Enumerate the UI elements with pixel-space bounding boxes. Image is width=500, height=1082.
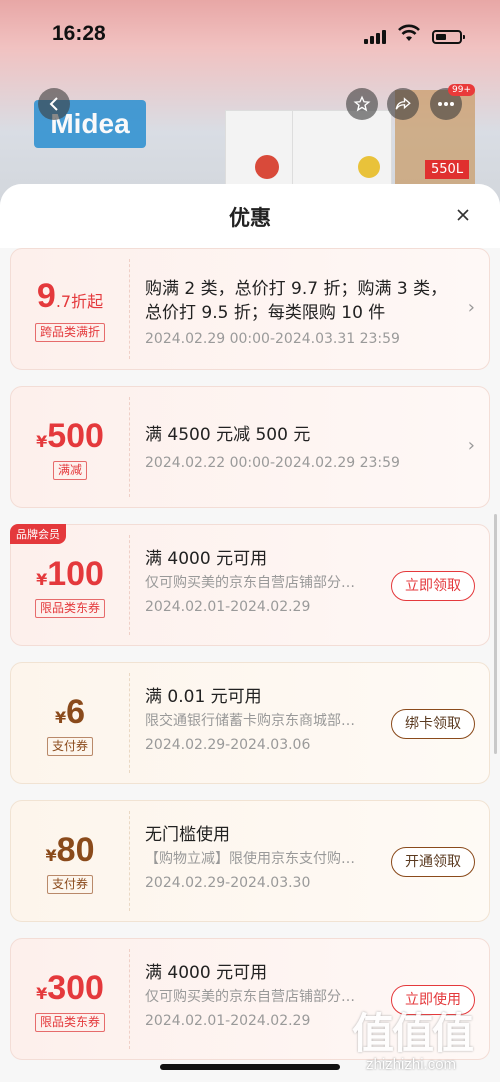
- watermark-url: zhizhizhi.com: [366, 1056, 457, 1073]
- coupon-amount-suffix: .7折起: [55, 292, 104, 311]
- coupon-divider: [129, 535, 130, 635]
- coupon-amount: ¥80: [11, 831, 129, 870]
- share-icon: [395, 97, 411, 110]
- bind-card-button[interactable]: 绑卡领取: [391, 709, 475, 739]
- coupon-amount: ¥6: [11, 693, 129, 732]
- share-button[interactable]: [387, 88, 419, 120]
- cellular-signal-icon: [364, 30, 386, 44]
- wifi-icon: [398, 24, 420, 41]
- coupon-type-tag: 限品类东券: [34, 1013, 106, 1032]
- sheet-header: 优惠: [0, 184, 500, 248]
- coupon-card[interactable]: ¥6 支付券 满 0.01 元可用 限交通银行储蓄卡购京东商城部分商品 2024…: [10, 662, 490, 784]
- coupon-divider: [129, 811, 130, 911]
- coupon-value-area: ¥6 支付券: [11, 663, 129, 783]
- scrollbar[interactable]: [494, 514, 497, 754]
- discount-sheet: 优惠 9.7折起 跨品类满折 购满 2 类，总价打 9.7 折；购满 3 类，总…: [0, 184, 500, 1082]
- sheet-title: 优惠: [229, 206, 271, 230]
- more-dots-icon: [438, 102, 454, 106]
- coupon-amount-number: 300: [47, 969, 104, 1007]
- star-icon: [353, 95, 371, 112]
- coupon-divider: [129, 397, 130, 497]
- status-bar: 16:28: [0, 14, 500, 54]
- coupon-amount: ¥300: [11, 969, 129, 1008]
- coupon-divider: [129, 949, 130, 1049]
- coupon-amount: ¥500: [11, 417, 129, 456]
- back-button[interactable]: [38, 88, 70, 120]
- coupon-description: 仅可购买美的京东自营店铺部分商品: [145, 989, 367, 1005]
- favorite-button[interactable]: [346, 88, 378, 120]
- activate-claim-button[interactable]: 开通领取: [391, 847, 475, 877]
- coupon-title: 满 4000 元可用: [145, 549, 268, 569]
- coupon-amount-number: 100: [47, 555, 104, 593]
- coupon-title: 购满 2 类，总价打 9.7 折；购满 3 类，总价打 9.5 折；每类限购 1…: [145, 279, 448, 323]
- coupon-date: 2024.02.29 00:00-2024.03.31 23:59: [145, 331, 400, 347]
- coupon-amount-number: 500: [47, 417, 104, 455]
- coupon-amount: ¥100: [11, 555, 129, 594]
- home-indicator[interactable]: [160, 1064, 340, 1070]
- status-time: 16:28: [52, 22, 106, 45]
- capacity-tag: 550L: [425, 160, 470, 179]
- chevron-right-icon: ›: [467, 435, 475, 456]
- close-icon: [457, 209, 469, 221]
- currency-symbol: ¥: [54, 708, 67, 727]
- currency-symbol: ¥: [45, 846, 57, 865]
- coupon-card[interactable]: ¥80 支付券 无门槛使用 【购物立减】限使用京东支付购买部分商品 2024.0…: [10, 800, 490, 922]
- coupon-value-area: ¥100 限品类东券: [11, 525, 129, 645]
- coupon-info: 购满 2 类，总价打 9.7 折；购满 3 类，总价打 9.5 折；每类限购 1…: [145, 249, 449, 369]
- coupon-title: 满 4500 元减 500 元: [145, 425, 311, 445]
- coupon-title: 满 4000 元可用: [145, 963, 268, 983]
- chevron-left-icon: [49, 97, 58, 111]
- coupon-description: 【购物立减】限使用京东支付购买部分商品: [145, 851, 367, 867]
- coupon-divider: [129, 259, 130, 359]
- coupon-value-area: ¥80 支付券: [11, 801, 129, 921]
- coupon-type-tag: 限品类东券: [34, 599, 106, 618]
- coupon-value-area: 9.7折起 跨品类满折: [11, 249, 129, 369]
- coupon-card[interactable]: 9.7折起 跨品类满折 购满 2 类，总价打 9.7 折；购满 3 类，总价打 …: [10, 248, 490, 370]
- claim-button[interactable]: 立即领取: [391, 571, 475, 601]
- currency-symbol: ¥: [36, 570, 48, 589]
- coupon-description: 仅可购买美的京东自营店铺部分商品: [145, 575, 367, 591]
- watermark-logo: 值值值: [352, 1009, 474, 1058]
- chevron-right-icon: ›: [467, 297, 475, 318]
- currency-symbol: ¥: [36, 432, 48, 451]
- currency-symbol: ¥: [36, 984, 48, 1003]
- coupon-type-tag: 满减: [52, 461, 88, 480]
- sticker-decoration: [255, 155, 279, 179]
- coupon-card[interactable]: ¥500 满减 满 4500 元减 500 元 2024.02.22 00:00…: [10, 386, 490, 508]
- coupon-type-tag: 支付券: [46, 737, 94, 756]
- coupon-info: 满 4500 元减 500 元 2024.02.22 00:00-2024.02…: [145, 387, 479, 507]
- battery-icon: [432, 30, 465, 44]
- coupon-description: 限交通银行储蓄卡购京东商城部分商品: [145, 713, 367, 729]
- sticker-decoration: [358, 156, 380, 178]
- coupon-type-tag: 跨品类满折: [34, 323, 106, 342]
- coupon-title: 无门槛使用: [145, 825, 230, 845]
- coupon-date: 2024.02.22 00:00-2024.02.29 23:59: [145, 455, 400, 471]
- coupon-amount-number: 80: [56, 831, 95, 869]
- coupon-value-area: ¥500 满减: [11, 387, 129, 507]
- coupon-title: 满 0.01 元可用: [145, 687, 262, 707]
- coupon-divider: [129, 673, 130, 773]
- coupon-value-area: ¥300 限品类东券: [11, 939, 129, 1059]
- coupon-amount-number: 6: [66, 693, 86, 731]
- coupon-type-tag: 支付券: [46, 875, 94, 894]
- close-button[interactable]: [452, 204, 474, 226]
- coupon-amount: 9.7折起: [11, 277, 129, 316]
- coupon-card[interactable]: 品牌会员 ¥100 限品类东券 满 4000 元可用 仅可购买美的京东自营店铺部…: [10, 524, 490, 646]
- message-badge: 99+: [448, 84, 475, 96]
- coupon-amount-number: 9: [36, 277, 56, 315]
